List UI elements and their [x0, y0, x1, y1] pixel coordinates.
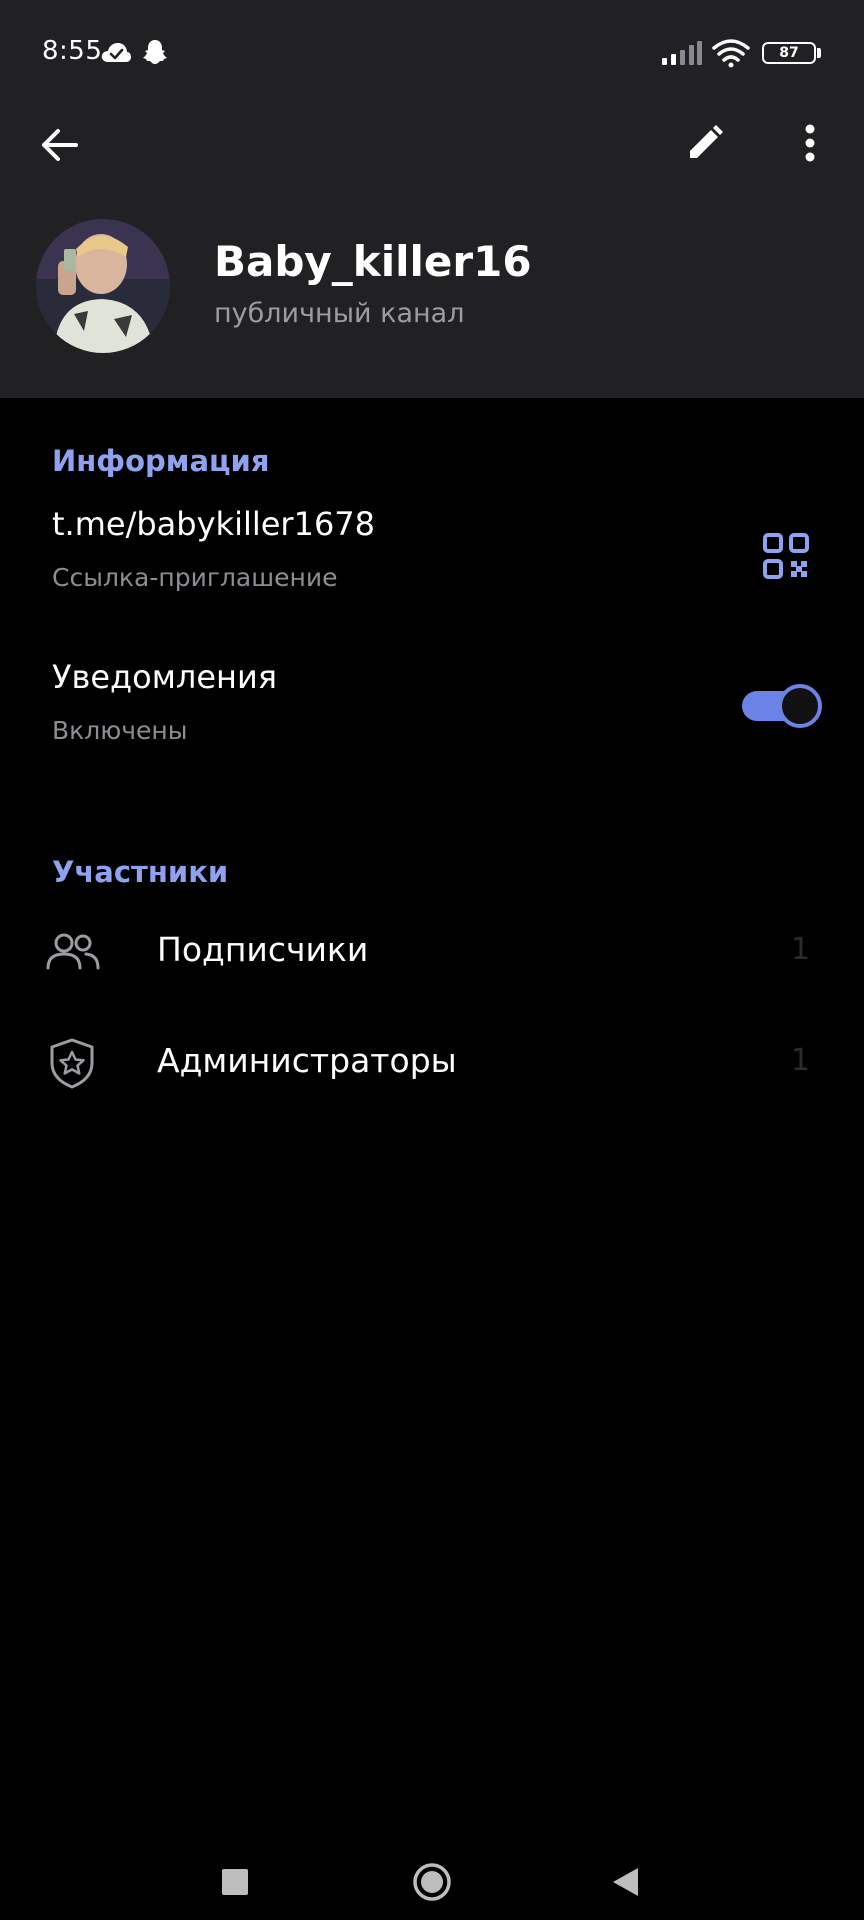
admins-count: 1 — [790, 1043, 810, 1078]
subscribers-count: 1 — [790, 932, 810, 967]
channel-name: Baby_killer16 — [214, 237, 532, 286]
channel-info-screen: 8:55 87 Baby_killer16 публичный канал Ин… — [0, 0, 864, 1920]
notifications-label: Уведомления — [52, 658, 277, 696]
cloud-check-icon — [100, 40, 132, 68]
system-nav-bar — [0, 1820, 864, 1920]
members-section-title: Участники — [52, 855, 229, 889]
channel-type: публичный канал — [214, 298, 465, 329]
admin-shield-star-icon — [48, 1037, 96, 1093]
more-vertical-icon — [805, 124, 815, 162]
notifications-status: Включены — [52, 716, 188, 745]
channel-avatar[interactable] — [36, 219, 170, 353]
battery-icon: 87 — [762, 42, 816, 64]
subscribers-label: Подписчики — [157, 930, 369, 969]
signal-icon — [660, 40, 702, 70]
back-nav-button[interactable] — [610, 1866, 640, 1902]
square-icon — [222, 1869, 248, 1895]
qr-code-icon — [763, 533, 809, 579]
triangle-back-icon — [613, 1868, 638, 1896]
battery-cap — [817, 48, 821, 58]
battery-level: 87 — [779, 45, 799, 61]
more-options-button[interactable] — [780, 113, 840, 173]
edit-pencil-icon — [690, 125, 723, 158]
channel-profile: Baby_killer16 публичный канал — [0, 215, 864, 355]
toggle-knob — [778, 684, 822, 728]
back-button[interactable] — [30, 115, 90, 175]
home-button[interactable] — [412, 1862, 452, 1906]
info-section-title: Информация — [52, 444, 270, 478]
admins-row[interactable]: Администраторы 1 — [0, 1013, 864, 1113]
header: 8:55 87 Baby_killer16 публичный канал — [0, 0, 864, 398]
status-time: 8:55 — [42, 36, 103, 66]
notifications-toggle[interactable] — [742, 684, 822, 728]
admins-label: Администраторы — [157, 1041, 457, 1080]
app-bar — [0, 105, 864, 185]
status-bar: 8:55 87 — [0, 0, 864, 105]
subscribers-row[interactable]: Подписчики 1 — [0, 902, 864, 1002]
subscribers-icon — [46, 932, 100, 976]
wifi-icon — [712, 38, 750, 72]
invite-link[interactable]: t.me/babykiller1678 — [52, 505, 375, 543]
circle-icon — [413, 1863, 451, 1901]
edit-button[interactable] — [675, 113, 735, 173]
recents-button[interactable] — [221, 1868, 249, 1900]
snapchat-ghost-icon — [141, 38, 169, 70]
back-arrow-icon — [42, 129, 78, 161]
invite-link-caption: Ссылка-приглашение — [52, 563, 338, 592]
qr-code-button[interactable] — [758, 528, 814, 584]
